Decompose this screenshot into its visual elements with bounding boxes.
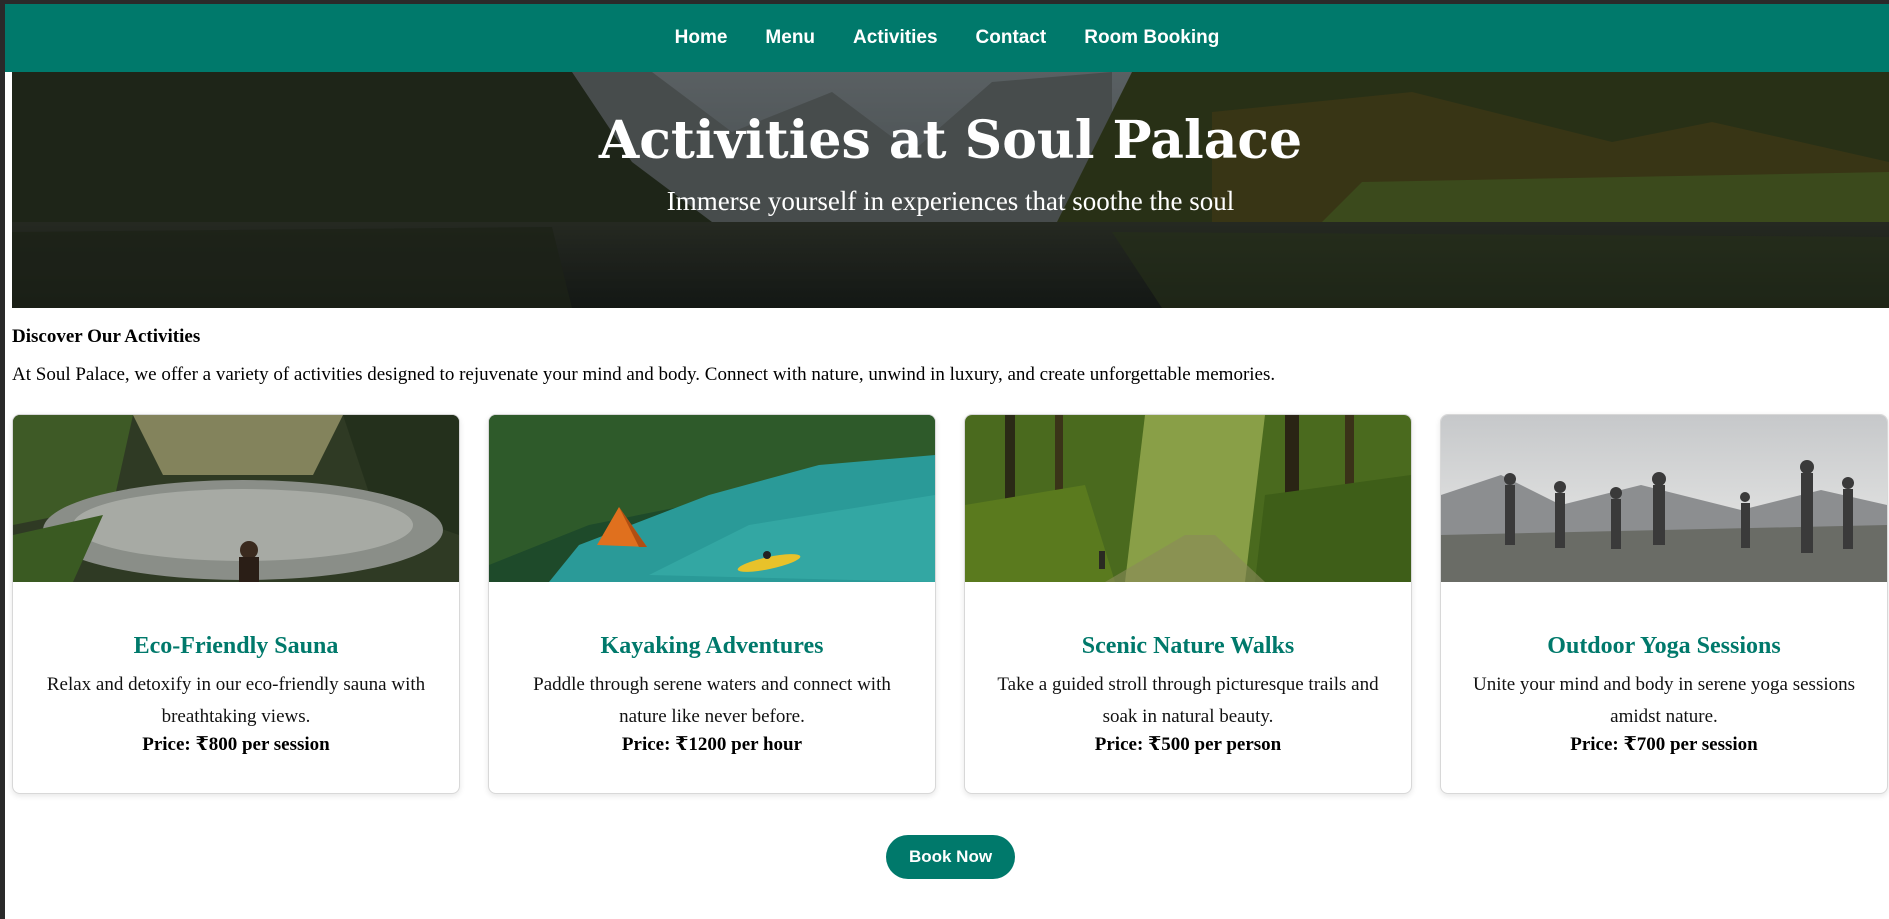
activity-description: Unite your mind and body in serene yoga …	[1472, 674, 1856, 727]
activity-title: Scenic Nature Walks	[1081, 633, 1295, 659]
activity-description: Take a guided stroll through picturesque…	[997, 674, 1379, 727]
top-navbar: Home Menu Activities Contact Room Bookin…	[5, 4, 1889, 72]
activity-card-kayaking: Kayaking Adventures Paddle through seren…	[488, 414, 936, 794]
yoga-image	[1441, 415, 1887, 582]
intro-paragraph: At Soul Palace, we offer a variety of ac…	[12, 364, 1276, 385]
activity-card-sauna: Eco-Friendly Sauna Relax and detoxify in…	[12, 414, 460, 794]
activity-price: Price: ₹800 per session	[142, 734, 330, 755]
activity-title: Outdoor Yoga Sessions	[1547, 633, 1781, 659]
activity-card-nature-walks: Scenic Nature Walks Take a guided stroll…	[964, 414, 1412, 794]
activity-title: Eco-Friendly Sauna	[133, 633, 339, 659]
activity-description: Relax and detoxify in our eco-friendly s…	[46, 674, 426, 727]
nature-walk-image	[965, 415, 1411, 582]
nav-room-booking-link[interactable]: Room Booking	[946, 27, 1219, 49]
activity-price: Price: ₹700 per session	[1570, 734, 1758, 755]
hero-title: Activities at Soul Palace	[598, 110, 1303, 171]
hero-banner: Activities at Soul Palace Immerse yourse…	[12, 72, 1889, 308]
activity-card-yoga: Outdoor Yoga Sessions Unite your mind an…	[1440, 414, 1888, 794]
activity-description: Paddle through serene waters and connect…	[533, 674, 891, 727]
section-heading: Discover Our Activities	[12, 326, 201, 347]
activity-price: Price: ₹500 per person	[1094, 734, 1282, 755]
sauna-image	[13, 415, 459, 582]
activity-title: Kayaking Adventures	[600, 633, 824, 659]
activity-price: Price: ₹1200 per hour	[621, 734, 803, 755]
kayaking-image	[489, 415, 935, 582]
hero-subtitle: Immerse yourself in experiences that soo…	[666, 186, 1235, 216]
page: Home Menu Activities Contact Room Bookin…	[5, 4, 1889, 919]
book-now-button[interactable]: Book Now	[886, 835, 1015, 879]
